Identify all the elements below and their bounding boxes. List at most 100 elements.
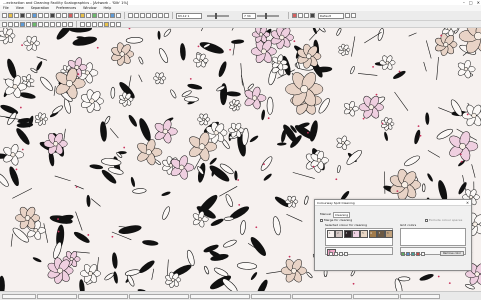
menu-window[interactable]: Window — [83, 6, 96, 10]
paste-icon[interactable] — [62, 13, 67, 18]
hand-tool-icon[interactable] — [50, 21, 55, 27]
exclude-checkbox[interactable]: Exclude colour spaces — [425, 218, 462, 222]
rotate-icon[interactable] — [146, 13, 151, 18]
menu-help[interactable]: Help — [104, 6, 112, 10]
print-icon[interactable] — [20, 13, 25, 18]
size-select[interactable]: 7 34 — [242, 12, 256, 19]
grid-teal-icon[interactable] — [411, 252, 415, 256]
colour-swatch-number: 3 — [345, 231, 347, 235]
berry-dot — [352, 282, 355, 285]
tab-manual[interactable]: Manual — [320, 212, 331, 216]
move-icon[interactable] — [164, 13, 169, 18]
toolbar-separator — [76, 20, 77, 28]
colour-swatch[interactable]: 5 — [360, 230, 369, 238]
settings-icon[interactable] — [345, 13, 350, 18]
brush-icon[interactable] — [80, 13, 85, 18]
merge-checkbox-box[interactable] — [320, 218, 323, 222]
dialog-title: Colourway Spot Cleaning — [317, 200, 355, 205]
grid-icon[interactable] — [116, 13, 121, 18]
exclude-checkbox-box[interactable] — [425, 218, 428, 222]
select-icon[interactable] — [86, 13, 91, 18]
fill-icon[interactable] — [92, 13, 97, 18]
align-right-icon[interactable] — [140, 13, 145, 18]
pen-icon[interactable] — [104, 13, 109, 18]
outline-tool-icon[interactable] — [86, 21, 91, 27]
line-tool-icon[interactable] — [26, 21, 31, 27]
palette-select[interactable]: Default — [318, 12, 344, 19]
dialog-close-icon[interactable]: ✕ — [466, 201, 469, 205]
dropper-tool-icon[interactable] — [44, 21, 49, 27]
export-icon[interactable] — [32, 13, 37, 18]
zoom-select[interactable]: 63.12 1 — [176, 12, 202, 19]
merge-checkbox[interactable]: Merge for cleaning — [320, 218, 352, 222]
berry-dot — [77, 73, 80, 76]
colour-swatch-number: 7 — [378, 231, 381, 235]
save-icon[interactable] — [14, 13, 19, 18]
tag-icon[interactable] — [292, 13, 297, 18]
berry-dot — [419, 134, 422, 137]
text-tool-icon[interactable] — [38, 21, 43, 27]
berry-dot — [87, 234, 90, 236]
delete-icon[interactable] — [344, 252, 348, 256]
zoom-icon[interactable] — [74, 13, 79, 18]
size-slider[interactable] — [257, 12, 279, 19]
open-folder-icon[interactable] — [8, 13, 13, 18]
colour-swatch[interactable]: 1 — [327, 230, 335, 238]
pointer-tool-icon[interactable] — [2, 21, 7, 27]
repeat-tool-icon[interactable] — [56, 21, 61, 27]
eraser-icon[interactable] — [98, 13, 103, 18]
info-icon[interactable] — [351, 13, 356, 18]
up-arrow-icon[interactable] — [329, 252, 333, 256]
colour-swatch[interactable]: 2 — [335, 230, 344, 238]
measure-tool-icon[interactable] — [110, 21, 115, 27]
paint-icon[interactable] — [304, 13, 309, 18]
align-left-icon[interactable] — [128, 13, 133, 18]
rect-tool-icon[interactable] — [14, 21, 19, 27]
flip-icon[interactable] — [152, 13, 157, 18]
grid-blue-icon[interactable] — [406, 252, 410, 256]
menu-file[interactable]: File — [3, 6, 9, 10]
layers-icon[interactable] — [110, 13, 115, 18]
new-file-icon[interactable] — [2, 13, 7, 18]
status-field-8 — [353, 293, 399, 299]
scan-icon[interactable] — [26, 13, 31, 18]
colour-swatch[interactable]: 3 — [343, 230, 352, 238]
cut-icon[interactable] — [50, 13, 55, 18]
menu-preferences[interactable]: Preferences — [56, 6, 76, 10]
color-icon[interactable] — [68, 13, 73, 18]
colour-swatch[interactable]: 4 — [351, 230, 360, 238]
view-tool-icon[interactable] — [116, 21, 121, 27]
menu-view[interactable]: View — [16, 6, 24, 10]
ellipse-tool-icon[interactable] — [20, 21, 25, 27]
colour-swatch[interactable]: 6 — [368, 230, 377, 238]
crop-icon[interactable] — [158, 13, 163, 18]
clean-tool-icon[interactable] — [62, 21, 67, 27]
lasso-tool-icon[interactable] — [8, 21, 13, 27]
highlight-tool-icon[interactable] — [104, 21, 109, 27]
redo-icon[interactable] — [44, 13, 49, 18]
grid-red-icon[interactable] — [416, 252, 420, 256]
zoom-slider[interactable] — [207, 12, 229, 19]
colour-list-panel: 1 2 3 4 5 6 7 8 — [325, 228, 394, 246]
reduce-tool-icon[interactable] — [68, 21, 73, 27]
grid-green-icon[interactable] — [401, 252, 405, 256]
undo-icon[interactable] — [38, 13, 43, 18]
add-icon[interactable] — [339, 252, 343, 256]
stroke-tool-icon[interactable] — [80, 21, 85, 27]
remove-color-button[interactable]: Remove color — [440, 251, 464, 256]
align-center-icon[interactable] — [134, 13, 139, 18]
wand-tool-icon[interactable] — [32, 21, 37, 27]
berry-dot — [398, 70, 401, 73]
colour-swatch[interactable]: 7 — [376, 230, 385, 238]
berry-dot — [237, 179, 240, 181]
colour-swatch[interactable]: 8 — [385, 230, 394, 238]
menu-separation[interactable]: Separation — [31, 6, 49, 10]
grid-colors-panel — [400, 228, 466, 246]
swap-icon[interactable] — [310, 13, 315, 18]
grid-grey-icon[interactable] — [421, 252, 425, 256]
merge-tool-icon[interactable] — [92, 21, 97, 27]
tool-icon[interactable] — [298, 13, 303, 18]
split-tool-icon[interactable] — [98, 21, 103, 27]
down-arrow-icon[interactable] — [334, 252, 338, 256]
copy-icon[interactable] — [56, 13, 61, 18]
